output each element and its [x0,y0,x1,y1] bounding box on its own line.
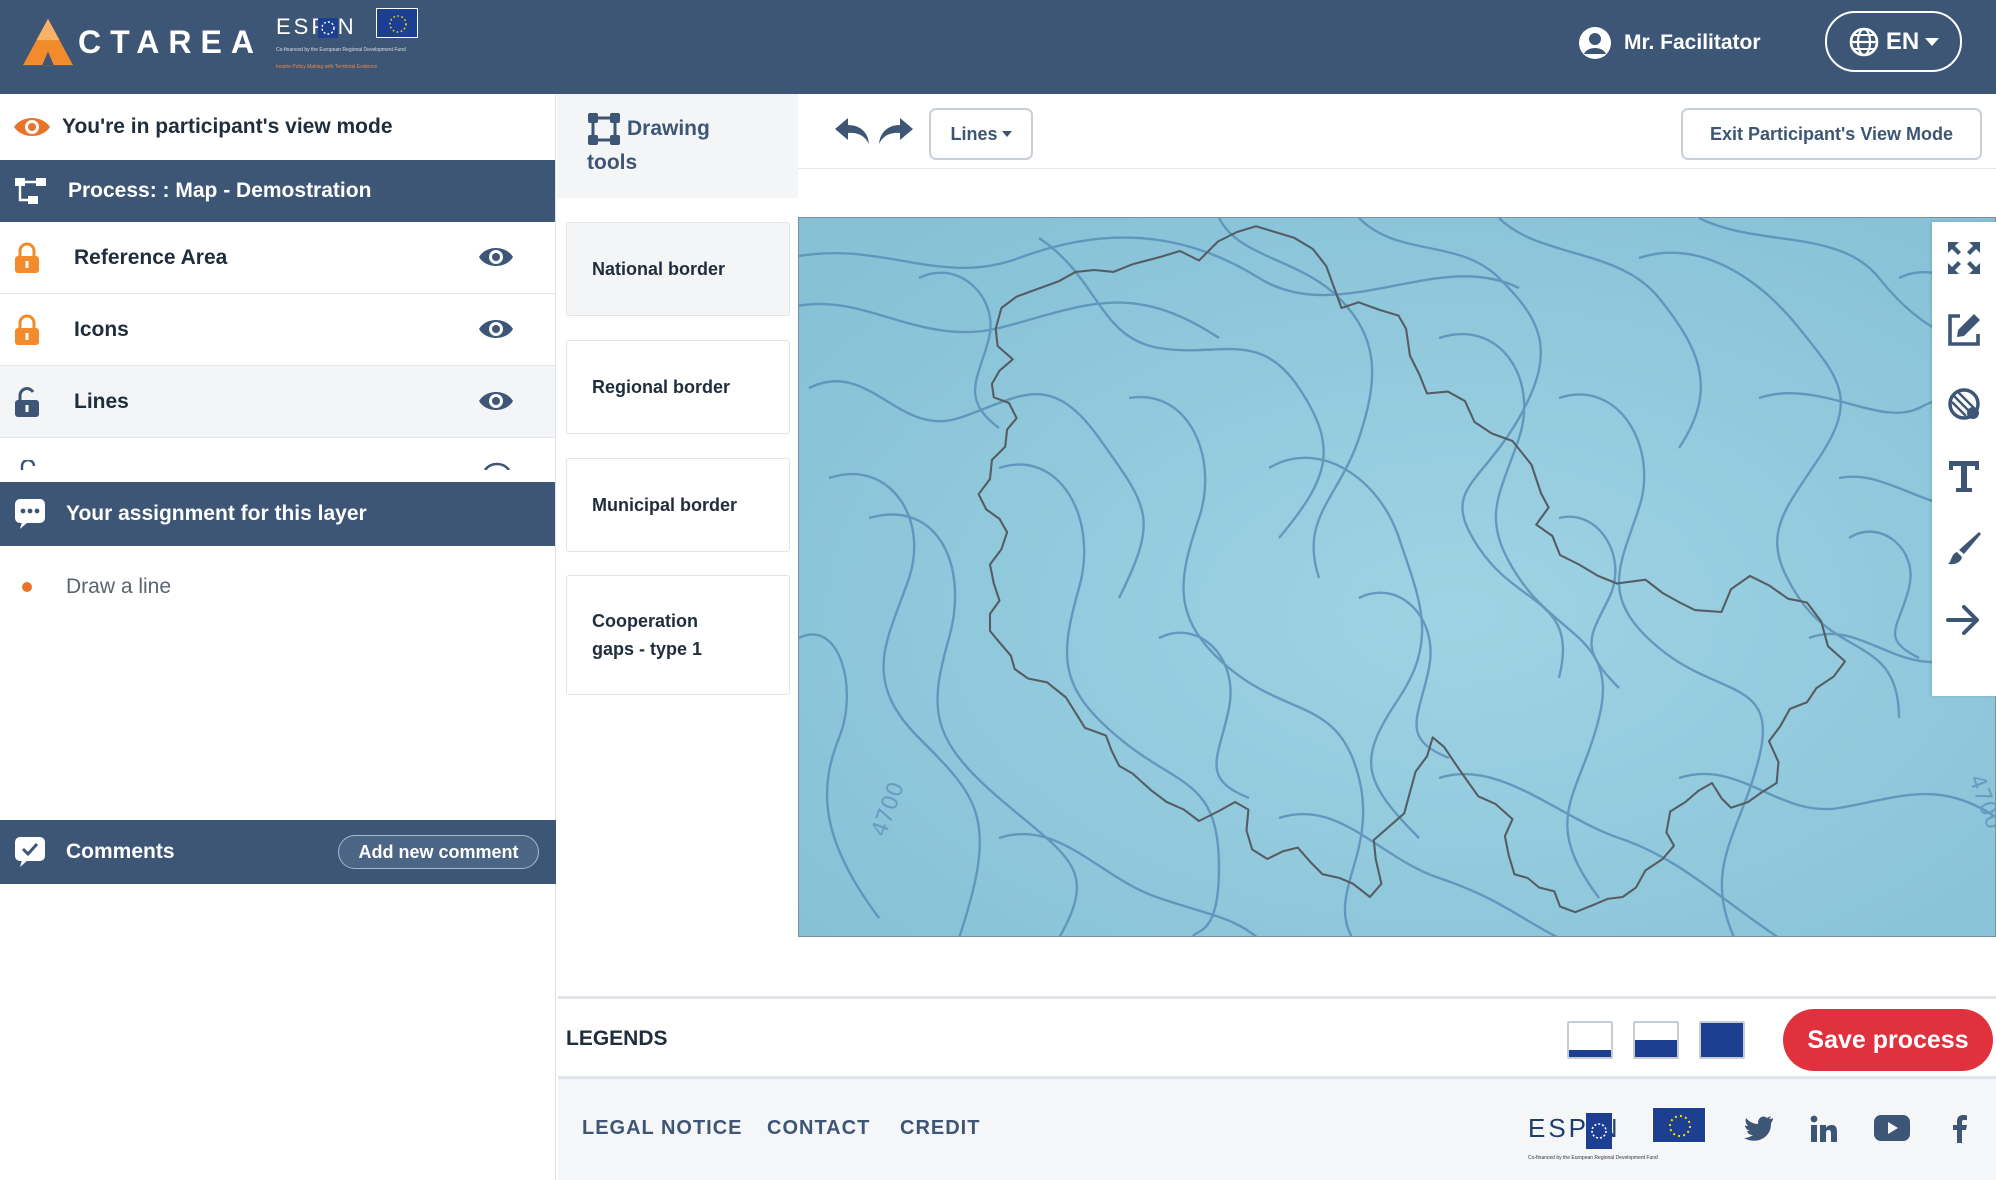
speech-bubble-icon [15,499,45,529]
process-header: Process: : Map - Demostration [0,160,555,222]
chevron-down-icon [1001,131,1012,137]
save-process-button[interactable]: Save process [1783,1009,1993,1071]
lock-icon [15,242,39,273]
tool-label: Cooperation [592,611,698,631]
drawing-tools-panel: Drawing tools National border Regional b… [557,94,798,998]
user-avatar-icon [1579,27,1611,59]
user-menu[interactable]: Mr. Facilitator [1578,26,1761,60]
fullscreen-icon[interactable] [1946,240,1982,276]
map-side-toolbar [1932,222,1996,696]
user-name: Mr. Facilitator [1624,31,1761,54]
visibility-eye-icon[interactable] [478,388,514,414]
redo-icon[interactable] [878,116,914,146]
espon-footer-tagline: Co-financed by the European Regional Dev… [1528,1155,1658,1161]
eye-icon [14,118,50,136]
linkedin-icon[interactable] [1810,1115,1838,1143]
layer-label: Icons [74,317,129,341]
tool-label: Regional border [592,377,731,397]
comments-title: Comments [66,840,175,863]
polygon-draw-icon [588,113,620,145]
add-comment-button[interactable]: Add new comment [338,835,539,869]
legend-swatch-blue[interactable] [1699,1021,1745,1059]
footer-link-contact[interactable]: CONTACT [767,1117,870,1140]
layer-select-value: Lines [950,123,998,144]
globe-icon [1849,27,1879,56]
undo-icon[interactable] [834,116,870,146]
view-mode-text: You're in participant's view mode [62,115,393,138]
process-title: Process: : Map - Demostration [68,179,372,202]
espon-wordmark: ESP N [276,14,357,39]
tool-cooperation-gaps[interactable]: Cooperation gaps - type 1 [566,575,790,695]
assignment-task: Draw a line [0,546,555,628]
espon-o-icon [1586,1113,1612,1149]
hatch-fill-icon[interactable] [1946,386,1982,422]
visibility-eye-icon-partial [484,462,510,470]
footer-link-credit[interactable]: CREDIT [900,1117,980,1140]
legends-label: LEGENDS [566,1027,668,1050]
espon-footer-logo[interactable]: ESP N Co-financed by the European Region… [1528,1107,1728,1171]
visibility-eye-icon[interactable] [478,316,514,342]
bullet-dot-icon [22,582,32,592]
actarea-logo[interactable]: CTAREA [20,14,263,70]
footer: LEGAL NOTICE CONTACT CREDIT ESP N Co-fin… [558,1076,1996,1180]
layer-item-lines[interactable]: Lines [0,366,555,438]
map-canvas[interactable]: 4700 4700 [798,217,1996,937]
layer-item-icons[interactable]: Icons [0,294,555,366]
process-flow-icon [15,178,46,204]
layer-label: Lines [74,389,129,413]
language-selector[interactable]: EN [1825,11,1962,72]
tool-label: Municipal border [592,495,738,515]
youtube-icon[interactable] [1874,1115,1910,1141]
brush-icon[interactable] [1946,530,1982,566]
assignment-task-text: Draw a line [66,575,172,598]
assignment-header: Your assignment for this layer [0,482,555,546]
drawing-tools-header: Drawing tools [557,94,798,198]
tool-national-border[interactable]: National border [566,222,790,316]
twitter-icon[interactable] [1744,1115,1774,1141]
drawing-tools-title: Drawing [627,117,710,140]
tool-municipal-border[interactable]: Municipal border [566,458,790,552]
arrow-right-icon[interactable] [1946,602,1982,638]
layer-list-overflow[interactable] [0,438,555,482]
tool-label: National border [592,259,726,279]
exit-participant-view-button[interactable]: Exit Participant's View Mode [1681,108,1982,160]
lock-icon [15,314,39,345]
edit-icon[interactable] [1946,312,1982,348]
eu-flag-icon [376,8,418,38]
unlock-icon [15,386,39,417]
espon-logo[interactable]: ESP N Co-financed by the European Region… [272,6,422,72]
legend-swatch-half[interactable] [1633,1021,1679,1059]
assignment-title: Your assignment for this layer [66,502,367,525]
chevron-down-icon [1925,37,1940,46]
drawing-tools-title-2: tools [587,151,638,174]
facebook-icon[interactable] [1952,1115,1968,1143]
legends-bar: LEGENDS Save process [558,996,1996,1076]
eu-flag-icon [1652,1107,1706,1143]
comments-header: Comments Add new comment [0,820,556,884]
language-code: EN [1885,27,1920,55]
lock-icon-partial [20,460,36,470]
layer-select-dropdown[interactable]: Lines [929,108,1033,160]
logo-text: CTAREA [78,23,263,60]
espon-tagline-2: Inspire Policy Making with Territorial E… [276,64,378,70]
topographic-map: 4700 4700 [799,218,1995,936]
top-header: CTAREA ESP N Co-financed by the European… [0,0,1996,94]
visibility-eye-icon[interactable] [478,244,514,270]
tool-label-2: gaps - type 1 [592,639,703,659]
footer-link-legal-notice[interactable]: LEGAL NOTICE [582,1117,743,1140]
legend-swatch-white[interactable] [1567,1021,1613,1059]
map-toolbar: Lines Exit Participant's View Mode [798,94,1996,169]
text-icon[interactable] [1946,458,1982,494]
espon-o-icon [318,18,338,38]
actarea-logo-icon [23,18,73,66]
left-sidebar: You're in participant's view mode Proces… [0,94,556,1180]
comment-check-icon [15,837,45,867]
espon-tagline: Co-financed by the European Regional Dev… [276,47,406,53]
layer-item-reference-area[interactable]: Reference Area [0,222,555,294]
view-mode-banner: You're in participant's view mode [0,94,555,160]
layer-label: Reference Area [74,245,228,269]
tool-regional-border[interactable]: Regional border [566,340,790,434]
